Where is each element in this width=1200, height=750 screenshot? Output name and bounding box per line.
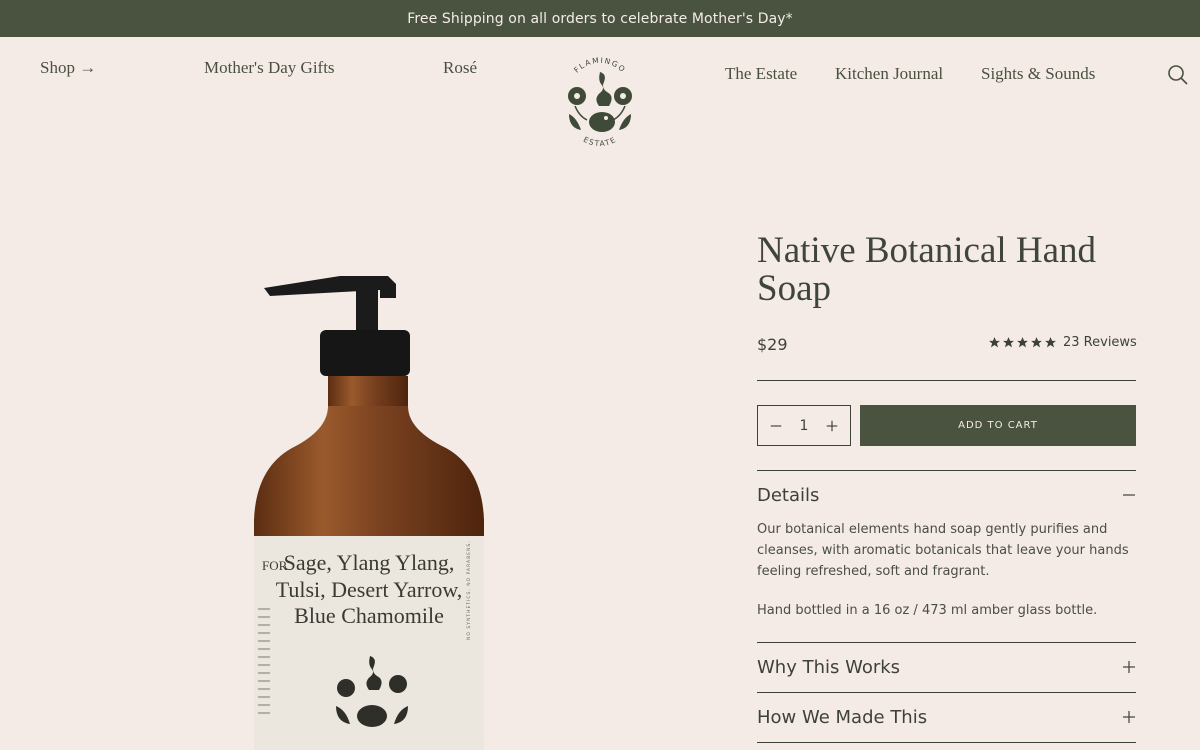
expand-icon[interactable] xyxy=(1122,710,1136,724)
star-icon xyxy=(989,337,1000,348)
label-line-2: Tulsi, Desert Yarrow, xyxy=(276,577,463,602)
divider xyxy=(757,742,1136,743)
divider xyxy=(757,642,1136,643)
search-icon[interactable] xyxy=(1166,63,1190,87)
accordion-how-title: How We Made This xyxy=(757,706,928,728)
star-icon xyxy=(1031,337,1042,348)
announcement-banner: Free Shipping on all orders to celebrate… xyxy=(0,0,1200,37)
star-rating xyxy=(988,336,1057,349)
reviews-link[interactable]: 23 Reviews xyxy=(1063,335,1137,350)
nav-rose[interactable]: Rosé xyxy=(443,58,477,78)
rating-summary[interactable]: 23 Reviews xyxy=(988,335,1137,350)
svg-text:NO SYNTHETICS. NO PARABENS.: NO SYNTHETICS. NO PARABENS. xyxy=(466,540,472,640)
collapse-icon[interactable] xyxy=(1122,488,1136,502)
minus-icon[interactable] xyxy=(768,418,784,434)
nav-the-estate[interactable]: The Estate xyxy=(725,64,797,84)
nav-mothers-day-gifts[interactable]: Mother's Day Gifts xyxy=(204,58,335,78)
flamingo-estate-logo[interactable]: FLAMINGO ESTATE xyxy=(555,56,645,160)
accordion-details-header[interactable]: Details xyxy=(757,483,1136,507)
product-title: Native Botanical Hand Soap xyxy=(757,230,1097,309)
divider xyxy=(757,470,1136,471)
divider xyxy=(757,692,1136,693)
details-bottle-info: Hand bottled in a 16 oz / 473 ml amber g… xyxy=(757,603,1098,618)
label-line-3: Blue Chamomile xyxy=(294,603,444,628)
nav-sights-sounds[interactable]: Sights & Sounds xyxy=(981,64,1095,84)
accordion-how-header[interactable]: How We Made This xyxy=(757,705,1136,729)
star-icon xyxy=(1045,337,1056,348)
accordion-why-header[interactable]: Why This Works xyxy=(757,655,1136,679)
quantity-value[interactable]: 1 xyxy=(794,418,814,434)
product-price: $29 xyxy=(757,335,788,354)
star-icon xyxy=(1017,337,1028,348)
add-to-cart-button[interactable]: ADD TO CART xyxy=(860,405,1136,446)
svg-text:ESTATE: ESTATE xyxy=(582,135,618,148)
quantity-stepper[interactable]: 1 xyxy=(757,405,851,446)
accordion-details-title: Details xyxy=(757,484,820,506)
star-icon xyxy=(1003,337,1014,348)
product-image: FOR Sage, Ylang Ylang, Tulsi, Desert Yar… xyxy=(254,276,484,750)
banner-text: Free Shipping on all orders to celebrate… xyxy=(407,10,793,27)
expand-icon[interactable] xyxy=(1122,660,1136,674)
divider xyxy=(757,380,1136,381)
label-line-1: Sage, Ylang Ylang, xyxy=(284,550,455,575)
plus-icon[interactable] xyxy=(824,418,840,434)
nav-shop[interactable]: Shop → xyxy=(40,58,96,78)
svg-text:FLAMINGO: FLAMINGO xyxy=(572,56,628,75)
nav-kitchen-journal[interactable]: Kitchen Journal xyxy=(835,64,943,84)
accordion-why-title: Why This Works xyxy=(757,656,901,678)
details-description: Our botanical elements hand soap gently … xyxy=(757,522,1129,579)
